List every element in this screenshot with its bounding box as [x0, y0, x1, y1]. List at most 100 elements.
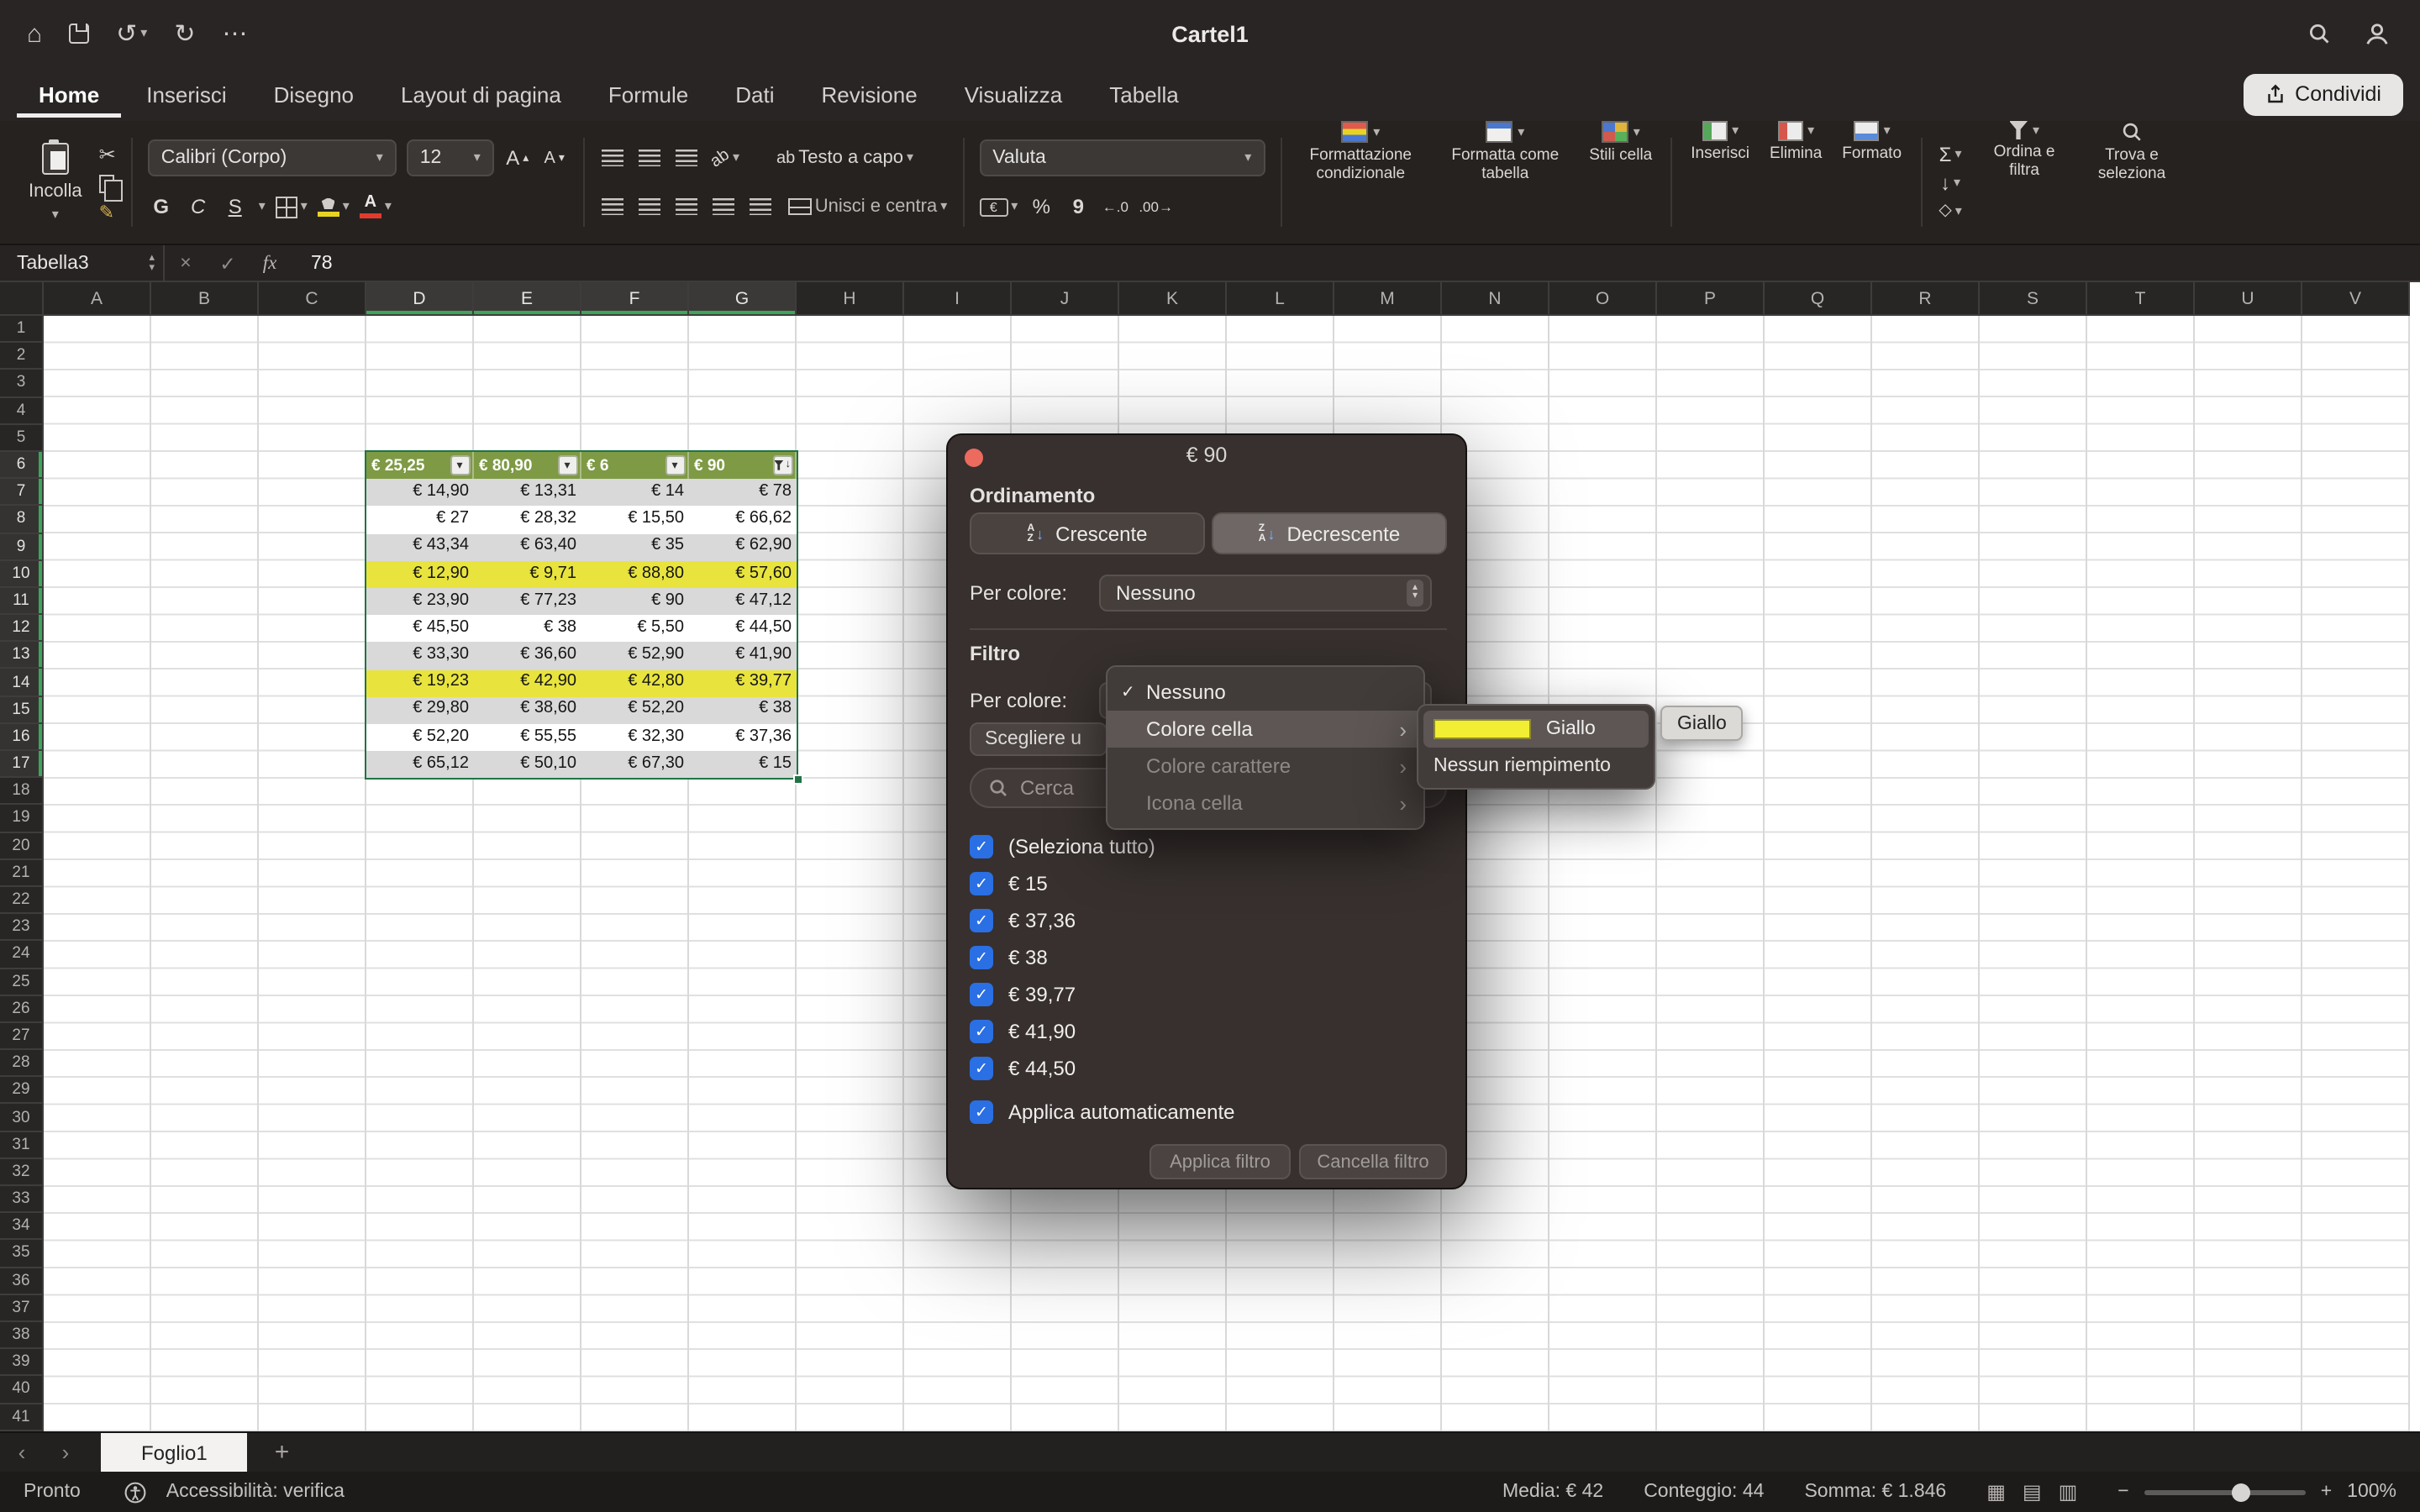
color-option-yellow[interactable]: Giallo [1423, 711, 1649, 748]
table-cell[interactable]: € 42,80 [581, 669, 689, 696]
menu-item-icona-cella[interactable]: Icona cella› [1107, 785, 1423, 822]
column-header-V[interactable]: V [2302, 282, 2410, 316]
grow-font-button[interactable]: A▴ [504, 139, 531, 176]
table-cell[interactable]: € 52,90 [581, 643, 689, 669]
row-header-31[interactable]: 31 [0, 1131, 44, 1158]
zoom-slider[interactable] [2144, 1489, 2306, 1494]
column-header-O[interactable]: O [1549, 282, 1657, 316]
column-header-G[interactable]: G [689, 282, 797, 316]
row-header-14[interactable]: 14 [0, 669, 44, 696]
row-header-10[interactable]: 10 [0, 560, 44, 587]
select-all-corner[interactable] [0, 282, 44, 316]
row-header-36[interactable]: 36 [0, 1268, 44, 1294]
filter-button[interactable]: ▾ [557, 455, 577, 475]
wrap-text-button[interactable]: ab Testo a capo ▾ [776, 139, 913, 176]
cancel-entry-icon[interactable]: × [165, 253, 207, 273]
format-painter-icon[interactable]: ✎ [99, 201, 116, 223]
delete-cells-button[interactable]: ▾ Elimina [1766, 121, 1825, 244]
table-cell[interactable]: € 45,50 [366, 615, 474, 642]
column-header-D[interactable]: D [366, 282, 474, 316]
table-header-cell[interactable]: € 80,90▾ [474, 452, 581, 479]
format-cells-button[interactable]: ▾ Formato [1839, 121, 1905, 244]
align-middle-button[interactable] [637, 139, 664, 176]
table-cell[interactable]: € 5,50 [581, 615, 689, 642]
align-left-button[interactable] [600, 188, 627, 225]
row-header-25[interactable]: 25 [0, 969, 44, 995]
row-header-26[interactable]: 26 [0, 995, 44, 1022]
page-break-view-icon[interactable]: ▥ [2059, 1480, 2078, 1504]
table-cell[interactable]: € 66,62 [689, 507, 797, 533]
column-header-T[interactable]: T [2087, 282, 2195, 316]
page-layout-view-icon[interactable]: ▤ [2023, 1480, 2042, 1504]
row-header-11[interactable]: 11 [0, 588, 44, 615]
table-cell[interactable]: € 63,40 [474, 533, 581, 560]
comma-format-button[interactable]: 9 [1065, 188, 1092, 225]
redo-button[interactable]: ↻ [174, 18, 195, 49]
sort-by-color-dropdown[interactable]: Nessuno ▴▾ [1099, 575, 1432, 612]
formula-value[interactable]: 78 [311, 253, 333, 273]
align-center-button[interactable] [637, 188, 664, 225]
table-cell[interactable]: € 14,90 [366, 479, 474, 506]
row-header-22[interactable]: 22 [0, 887, 44, 914]
table-cell[interactable]: € 38 [474, 615, 581, 642]
sort-filter-button[interactable]: ▾ Ordina e filtra [1977, 121, 2071, 244]
prev-sheet-icon[interactable]: ‹ [0, 1440, 44, 1465]
column-header-H[interactable]: H [797, 282, 904, 316]
zoom-in-icon[interactable]: + [2321, 1482, 2332, 1502]
column-header-S[interactable]: S [1980, 282, 2087, 316]
row-header-39[interactable]: 39 [0, 1349, 44, 1376]
underline-button[interactable]: S [222, 188, 249, 225]
decrease-decimal-button[interactable]: .00→ [1139, 188, 1173, 225]
insert-function-icon[interactable]: fx [249, 253, 291, 273]
row-header-23[interactable]: 23 [0, 914, 44, 941]
ribbon-tab-home[interactable]: Home [17, 71, 121, 117]
orientation-button[interactable]: ab▾ [711, 139, 739, 176]
decrease-indent-button[interactable] [711, 188, 738, 225]
zoom-slider-thumb[interactable] [2232, 1483, 2250, 1501]
table-cell[interactable]: € 14 [581, 479, 689, 506]
number-format-combo[interactable]: Valuta ▾ [979, 139, 1265, 176]
table-cell[interactable]: € 33,30 [366, 643, 474, 669]
autosum-button[interactable]: Σ▾ [1937, 142, 1964, 165]
apply-filter-button[interactable]: Applica filtro [1150, 1144, 1291, 1179]
table-cell[interactable]: € 90 [581, 588, 689, 615]
row-header-27[interactable]: 27 [0, 1023, 44, 1050]
column-header-R[interactable]: R [1872, 282, 1980, 316]
ribbon-tab-layout-di-pagina[interactable]: Layout di pagina [379, 71, 583, 117]
column-header-N[interactable]: N [1442, 282, 1549, 316]
paste-button[interactable]: Incolla ▾ [22, 139, 89, 225]
column-header-L[interactable]: L [1227, 282, 1334, 316]
table-cell[interactable]: € 67,30 [581, 751, 689, 778]
row-header-12[interactable]: 12 [0, 615, 44, 642]
checkbox-checked-icon[interactable]: ✓ [970, 872, 993, 895]
checkbox-checked-icon[interactable]: ✓ [970, 1057, 993, 1080]
ribbon-tab-visualizza[interactable]: Visualizza [943, 71, 1085, 117]
ribbon-tab-formule[interactable]: Formule [587, 71, 710, 117]
copy-icon[interactable] [99, 174, 114, 192]
table-cell[interactable]: € 27 [366, 507, 474, 533]
row-header-2[interactable]: 2 [0, 343, 44, 370]
filter-button[interactable]: ▾ [665, 455, 685, 475]
row-header-30[interactable]: 30 [0, 1105, 44, 1131]
merge-center-button[interactable]: Unisci e centra ▾ [788, 188, 948, 225]
currency-format-button[interactable]: €▾ [979, 188, 1018, 225]
table-cell[interactable]: € 57,60 [689, 561, 797, 588]
column-header-E[interactable]: E [474, 282, 581, 316]
row-header-6[interactable]: 6 [0, 452, 44, 479]
filter-list-item[interactable]: ✓€ 44,50 [970, 1050, 1155, 1087]
table-cell[interactable]: € 65,12 [366, 751, 474, 778]
accessibility-icon[interactable] [124, 1481, 146, 1503]
bold-button[interactable]: G [148, 188, 175, 225]
column-header-B[interactable]: B [151, 282, 259, 316]
menu-item-colore-carattere[interactable]: Colore carattere› [1107, 748, 1423, 785]
row-header-33[interactable]: 33 [0, 1186, 44, 1213]
ribbon-tab-revisione[interactable]: Revisione [800, 71, 939, 117]
borders-button[interactable]: ▾ [276, 188, 308, 225]
more-commands-icon[interactable]: ⋯ [222, 18, 247, 49]
row-header-5[interactable]: 5 [0, 425, 44, 452]
auto-apply-row[interactable]: ✓ Applica automaticamente [970, 1100, 1235, 1124]
table-cell[interactable]: € 43,34 [366, 533, 474, 560]
table-cell[interactable]: € 39,77 [689, 669, 797, 696]
row-header-28[interactable]: 28 [0, 1050, 44, 1077]
font-name-combo[interactable]: Calibri (Corpo) ▾ [148, 139, 397, 176]
